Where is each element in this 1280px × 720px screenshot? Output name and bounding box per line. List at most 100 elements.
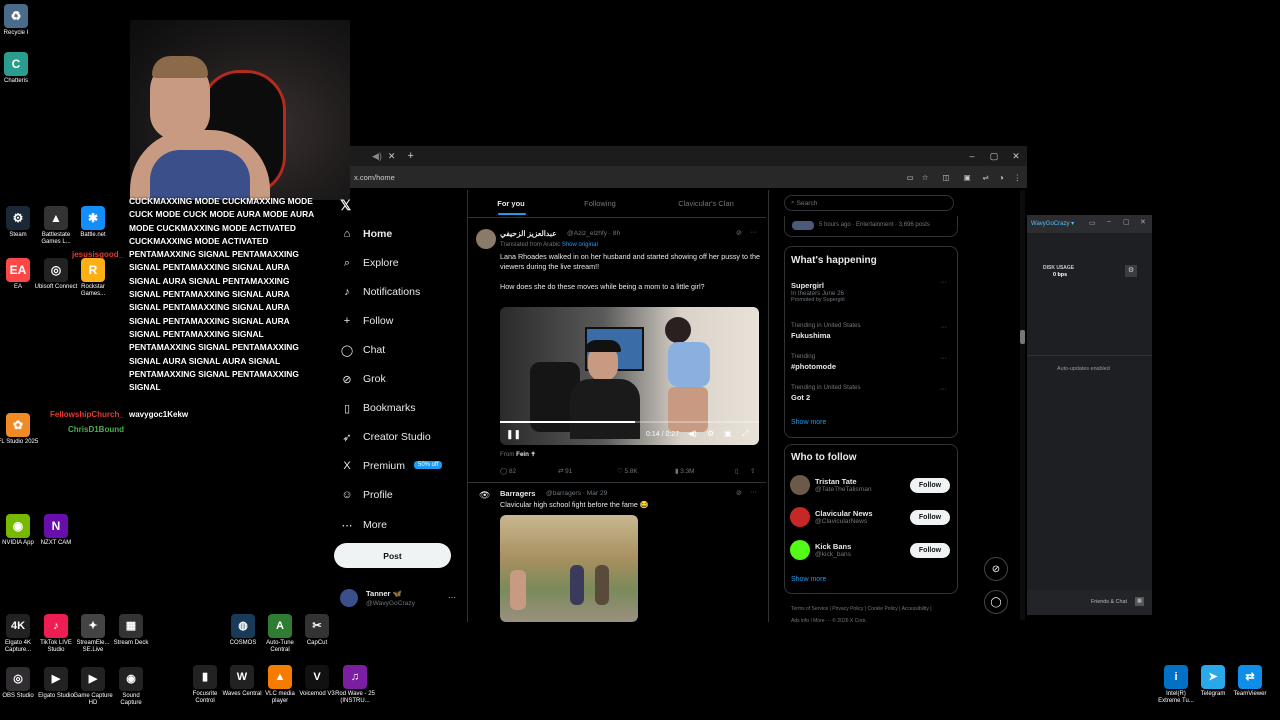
desktop-shortcut[interactable]: W Waves Central [222,665,262,698]
avatar[interactable] [340,589,358,607]
desktop-shortcut[interactable]: V Voicemod V3 [297,665,337,698]
nav-item-explore[interactable]: ⌕ Explore [340,256,399,270]
trend-more-icon[interactable]: ··· [940,355,947,362]
share-icon[interactable]: ⇧ [750,467,755,475]
nav-item-grok[interactable]: ⊘ Grok [340,372,385,386]
extension-icon[interactable]: ⇌ [983,173,989,182]
desktop-shortcut[interactable]: 4K Elgato 4K Capture... [0,614,38,654]
nav-item-profile[interactable]: ☺ Profile [340,488,392,502]
menu-icon[interactable]: ⋮ [1014,173,1022,182]
post-image[interactable] [500,515,638,622]
url-text[interactable]: x.com/home [354,173,395,182]
desktop-shortcut[interactable]: ➤ Telegram [1193,665,1233,698]
trend-item[interactable]: Supergirl In theaters June 26 Promoted by … [791,279,951,303]
x-logo-icon[interactable]: 𝕏 [340,197,351,214]
desktop-shortcut[interactable]: ▶ Elgato Studio [36,667,76,700]
minimize-button[interactable]: – [1107,218,1111,225]
trend-item[interactable]: Trending in United States Fukushima [791,322,951,340]
repost-button[interactable]: ⇄ 91 [558,467,572,475]
grok-icon[interactable]: ⊘ [736,489,742,497]
desktop-shortcut[interactable]: ▲ VLC media player [260,665,300,705]
fullscreen-icon[interactable]: ⤢ [742,429,748,439]
nav-item-chat[interactable]: ◯ Chat [340,343,385,357]
trend-more-icon[interactable]: ··· [940,324,947,331]
follow-suggestion[interactable]: Clavicular News @ClavicularNews [790,507,873,527]
launcher-icon[interactable]: ▭ [1089,219,1096,227]
volume-icon[interactable]: ◀) [688,429,697,438]
launcher-account[interactable]: WavyGoCrazy ▾ [1031,220,1074,227]
post-author-handle[interactable]: @barragers · Mar 29 [546,490,607,497]
desktop-shortcut[interactable]: N NZXT CAM [34,514,78,547]
nav-item-premium[interactable]: X Premium [340,459,405,473]
cast-icon[interactable]: ▭ [907,173,914,182]
grok-floating-button[interactable]: ⊘ [984,557,1008,581]
like-button[interactable]: ♡ 5.8K [617,467,638,475]
desktop-shortcut[interactable]: ♪ TikTok LIVE Studio [36,614,76,654]
extension-icon[interactable]: ◑ [999,173,1004,182]
post-more-icon[interactable]: ··· [750,489,757,496]
trend-item[interactable]: Trending #photomode [791,353,951,371]
follow-button[interactable]: Follow [910,543,950,558]
close-button[interactable]: ✕ [1005,151,1027,162]
desktop-shortcut[interactable]: ♻ Recycle I [0,4,38,37]
video-progress-track[interactable] [500,421,759,423]
desktop-shortcut[interactable]: ▶ Game Capture HD [73,667,113,707]
post-button[interactable]: Post [334,543,451,568]
settings-icon[interactable]: ⚙ [707,429,714,438]
trend-more-icon[interactable]: ··· [940,386,947,393]
pause-icon[interactable]: ❚❚ [506,429,521,440]
tab-close-button[interactable]: ✕ [388,151,396,162]
desktop-shortcut[interactable]: ♫ Rod Wave - 25 (INSTRU... [335,665,375,705]
tab-clavicular-clan[interactable]: Clavicular's Clan [646,199,766,208]
nav-item-creator-studio[interactable]: ➶ Creator Studio [340,430,430,444]
follow-suggestion[interactable]: Kick Bans @kick_bans [790,540,851,560]
desktop-shortcut[interactable]: i Intel(R) Extreme Tu... [1156,665,1196,705]
search-input[interactable]: ⌕ Search [784,195,954,211]
tab-following[interactable]: Following [554,199,646,208]
show-original-link[interactable]: Show original [562,242,598,248]
address-bar[interactable]: x.com/home ▭ ☆ ◫ ▣ ⇌ ◑ ⋮ [350,166,1027,188]
avatar[interactable]: 👁 [479,490,490,501]
avatar[interactable] [790,475,810,495]
show-more-link[interactable]: Show more [791,419,826,426]
sidepanel-icon[interactable]: ▣ [964,173,971,182]
desktop-shortcut[interactable]: ✂ CapCut [297,614,337,647]
follow-button[interactable]: Follow [910,510,950,525]
maximize-button[interactable]: ▢ [983,151,1005,162]
nav-item-more[interactable]: ⋯ More [340,518,387,532]
desktop-shortcut[interactable]: ✿ FL Studio 2025 [0,413,40,446]
desktop-shortcut[interactable]: ⇄ TeamViewer [1230,665,1270,698]
post-author-name[interactable]: Barragers [500,489,535,498]
desktop-shortcut[interactable]: R Rockstar Games... [71,258,115,298]
nav-item-home[interactable]: ⌂ Home [340,227,393,241]
post-more-icon[interactable]: ··· [750,229,757,236]
speaker-icon[interactable]: ◀) [372,151,382,162]
post-author-name[interactable]: عبدالعزيز الزحيفي [500,229,557,238]
desktop-shortcut[interactable]: ◎ OBS Studio [0,667,38,700]
extensions-icon[interactable]: ◫ [942,173,949,182]
bookmark-icon[interactable]: ▯ [735,467,739,475]
tab-for-you[interactable]: For you [468,199,554,208]
desktop-shortcut[interactable]: ✱ Battle.net [71,206,115,239]
scrollbar-track[interactable] [1020,190,1025,620]
follow-suggestion[interactable]: Tristan Tate @TateTheTalisman [790,475,872,495]
desktop-shortcut[interactable]: ◍ COSMOS [223,614,263,647]
grok-icon[interactable]: ⊘ [736,229,742,237]
nav-item-notifications[interactable]: ♪ Notifications [340,285,420,299]
from-author[interactable]: Fein ✝ [516,451,536,458]
pip-icon[interactable]: ▣ [724,429,732,438]
video-player[interactable]: ❚❚ 0:14 / 0:27 ◀) ⚙ ▣ ⤢ [500,307,759,445]
new-tab-button[interactable]: + [407,150,413,162]
gear-icon[interactable]: ⚙ [1125,265,1137,277]
avatar[interactable] [476,229,496,249]
nav-item-follow[interactable]: + Follow [340,314,394,328]
desktop-shortcut[interactable]: ✦ StreamEle... SE.Live [73,614,113,654]
account-name[interactable]: Tanner 🦋 [366,589,402,598]
desktop-shortcut[interactable]: C Chatteris [0,52,38,85]
avatar[interactable] [790,540,810,560]
desktop-shortcut[interactable]: ▮ Focusrite Control [185,665,225,705]
chat-floating-button[interactable]: ◯ [984,590,1008,614]
avatar[interactable] [790,507,810,527]
minimize-button[interactable]: – [961,151,983,161]
follow-button[interactable]: Follow [910,478,950,493]
